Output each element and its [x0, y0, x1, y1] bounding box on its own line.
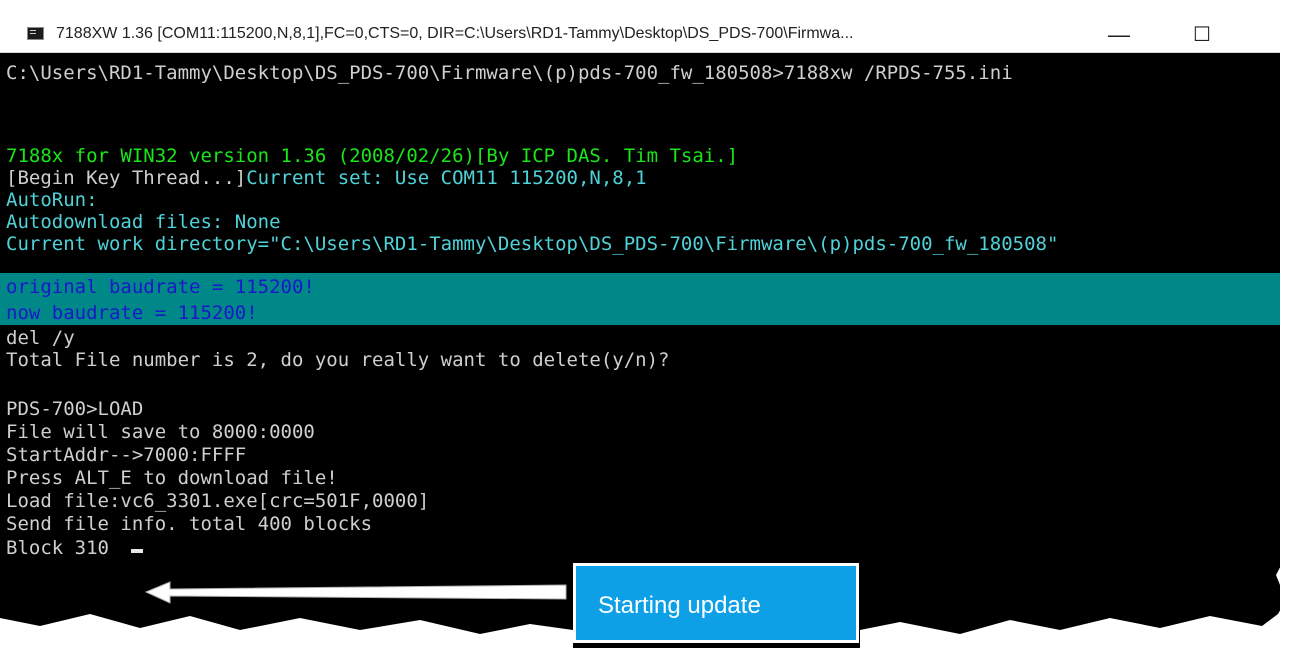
torn-edge-decoration [0, 0, 1306, 648]
